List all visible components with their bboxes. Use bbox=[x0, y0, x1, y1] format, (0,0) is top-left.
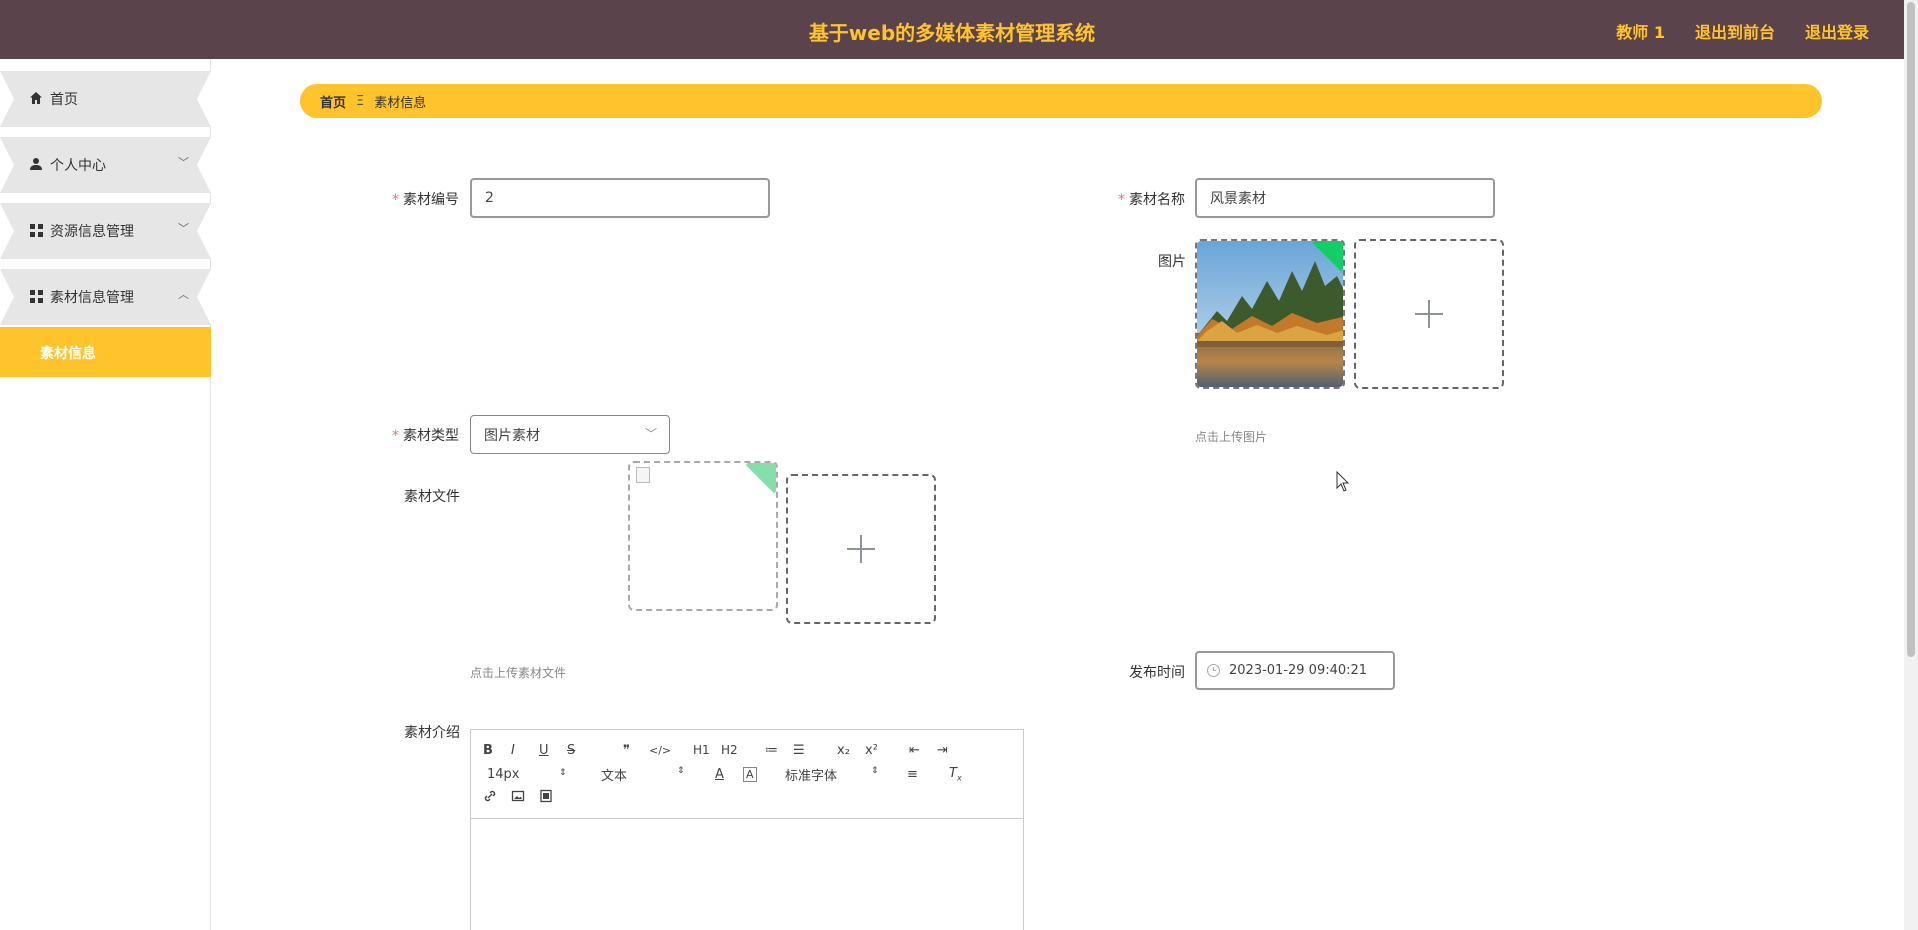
font-size-select[interactable]: 14px ⇕ bbox=[487, 767, 567, 782]
font-family-select[interactable]: 标准字体 ⇕ bbox=[785, 765, 879, 784]
rich-text-editor: B I U S ❞ </> H1 H2 ≔ ☰ x₂ x² ⇤ ⇥ 14px ⇕… bbox=[470, 729, 1024, 930]
sidebar-item-label: 个人中心 bbox=[50, 158, 106, 174]
bold-button[interactable]: B bbox=[483, 743, 493, 758]
scrollbar-thumb[interactable] bbox=[1907, 2, 1915, 657]
background-color-icon[interactable]: A bbox=[743, 766, 757, 782]
image-thumbnail[interactable] bbox=[1195, 239, 1345, 389]
material-file-label: 素材文件 bbox=[404, 489, 460, 505]
back-to-front-link[interactable]: 退出到前台 bbox=[1695, 19, 1775, 43]
blockquote-button[interactable]: ❞ bbox=[623, 743, 630, 758]
superscript-button[interactable]: x² bbox=[865, 743, 878, 758]
image-label: 图片 bbox=[1158, 254, 1186, 270]
grid-icon bbox=[29, 223, 43, 237]
grid-icon bbox=[29, 289, 43, 303]
breadcrumb-current: 素材信息 bbox=[374, 95, 427, 111]
chevron-up-icon: ︿ bbox=[178, 288, 189, 301]
link-icon[interactable] bbox=[483, 789, 497, 807]
material-name-label: * 素材名称 bbox=[1118, 192, 1185, 208]
ordered-list-button[interactable]: ≔ bbox=[765, 743, 778, 758]
strike-button[interactable]: S bbox=[567, 743, 575, 758]
heading-1-button[interactable]: H1 bbox=[693, 743, 710, 757]
font-color-icon[interactable]: A bbox=[715, 767, 724, 782]
sidebar-subitem-material-info[interactable]: 素材信息 bbox=[0, 327, 211, 377]
sidebar-item-label: 首页 bbox=[50, 92, 78, 108]
caret-updown-icon: ⇕ bbox=[559, 767, 567, 778]
chevron-down-icon: ﹀ bbox=[178, 156, 189, 169]
sidebar-item-personal-center[interactable]: 个人中心 ﹀ bbox=[0, 137, 211, 193]
sidebar-item-label: 素材信息管理 bbox=[50, 290, 134, 306]
clear-format-icon[interactable]: Tx bbox=[949, 766, 962, 783]
user-name-link[interactable]: 教师 1 bbox=[1616, 19, 1665, 43]
sidebar-item-home[interactable]: 首页 bbox=[0, 71, 211, 127]
video-insert-icon[interactable] bbox=[539, 789, 553, 807]
image-insert-icon[interactable] bbox=[511, 789, 525, 807]
material-file-upload-button[interactable] bbox=[786, 474, 936, 624]
intro-label: 素材介绍 bbox=[404, 725, 460, 741]
underline-button[interactable]: U bbox=[539, 743, 549, 758]
sidebar: 首页 个人中心 ﹀ 资源信息管理 ﹀ 素材信息管理 ︿ 素材信息 bbox=[0, 59, 211, 930]
publish-time-input[interactable]: 2023-01-29 09:40:21 bbox=[1195, 651, 1395, 690]
material-name-input[interactable]: 风景素材 bbox=[1195, 178, 1495, 218]
sidebar-subitem-label: 素材信息 bbox=[40, 346, 96, 362]
header-links: 教师 1 退出到前台 退出登录 bbox=[1616, 19, 1869, 43]
material-no-input[interactable]: 2 bbox=[470, 178, 770, 218]
breadcrumb-separator: Ξ bbox=[356, 93, 365, 109]
align-icon[interactable]: ≡ bbox=[907, 767, 918, 782]
code-block-button[interactable]: </> bbox=[649, 744, 671, 757]
image-upload-hint: 点击上传图片 bbox=[1195, 430, 1268, 444]
caret-updown-icon: ⇕ bbox=[871, 765, 879, 776]
heading-2-button[interactable]: H2 bbox=[721, 743, 738, 757]
sidebar-item-label: 资源信息管理 bbox=[50, 224, 134, 240]
top-header: 基于web的多媒体素材管理系统 教师 1 退出到前台 退出登录 bbox=[0, 0, 1904, 59]
header-type-select[interactable]: 文本 ⇕ bbox=[601, 765, 685, 784]
mouse-cursor-icon bbox=[1336, 471, 1350, 492]
chevron-down-icon: ﹀ bbox=[644, 427, 657, 441]
broken-image-icon bbox=[636, 467, 650, 483]
toolbar-row-2: 14px ⇕ 文本 ⇕ A A 标准字体 ⇕ ≡ Tx bbox=[483, 762, 1013, 786]
material-type-label: * 素材类型 bbox=[392, 428, 459, 444]
indent-button[interactable]: ⇥ bbox=[937, 743, 948, 758]
bullet-list-button[interactable]: ☰ bbox=[793, 743, 805, 758]
material-type-select[interactable]: 图片素材 ﹀ bbox=[470, 415, 670, 454]
italic-button[interactable]: I bbox=[511, 743, 515, 758]
home-icon bbox=[29, 91, 43, 105]
publish-time-label: 发布时间 bbox=[1129, 665, 1185, 681]
breadcrumb: 首页 Ξ 素材信息 bbox=[300, 84, 1822, 118]
material-no-label: * 素材编号 bbox=[392, 192, 459, 208]
sidebar-item-material-management[interactable]: 素材信息管理 ︿ bbox=[0, 269, 211, 325]
subscript-button[interactable]: x₂ bbox=[837, 743, 850, 758]
landscape-image bbox=[1197, 241, 1343, 387]
caret-updown-icon: ⇕ bbox=[677, 765, 685, 776]
clock-icon bbox=[1207, 664, 1220, 677]
breadcrumb-home[interactable]: 首页 bbox=[320, 92, 346, 111]
sidebar-item-resource-management[interactable]: 资源信息管理 ﹀ bbox=[0, 203, 211, 259]
success-check-icon bbox=[745, 463, 776, 494]
material-file-upload-hint: 点击上传素材文件 bbox=[470, 666, 567, 680]
material-file-thumbnail[interactable] bbox=[628, 461, 778, 611]
toolbar-row-3 bbox=[483, 786, 1013, 810]
user-icon bbox=[29, 157, 43, 171]
outdent-button[interactable]: ⇤ bbox=[909, 743, 920, 758]
logout-link[interactable]: 退出登录 bbox=[1805, 19, 1869, 43]
toolbar-row-1: B I U S ❞ </> H1 H2 ≔ ☰ x₂ x² ⇤ ⇥ bbox=[483, 738, 1013, 762]
image-upload-button[interactable] bbox=[1354, 239, 1504, 389]
plus-icon bbox=[847, 535, 875, 563]
editor-content-area[interactable] bbox=[471, 819, 1023, 930]
editor-toolbar: B I U S ❞ </> H1 H2 ≔ ☰ x₂ x² ⇤ ⇥ 14px ⇕… bbox=[471, 730, 1023, 819]
plus-icon bbox=[1415, 300, 1443, 328]
material-type-value: 图片素材 bbox=[484, 427, 540, 444]
page-scrollbar[interactable] bbox=[1904, 0, 1918, 930]
publish-time-value: 2023-01-29 09:40:21 bbox=[1229, 663, 1368, 678]
chevron-down-icon: ﹀ bbox=[178, 222, 189, 235]
